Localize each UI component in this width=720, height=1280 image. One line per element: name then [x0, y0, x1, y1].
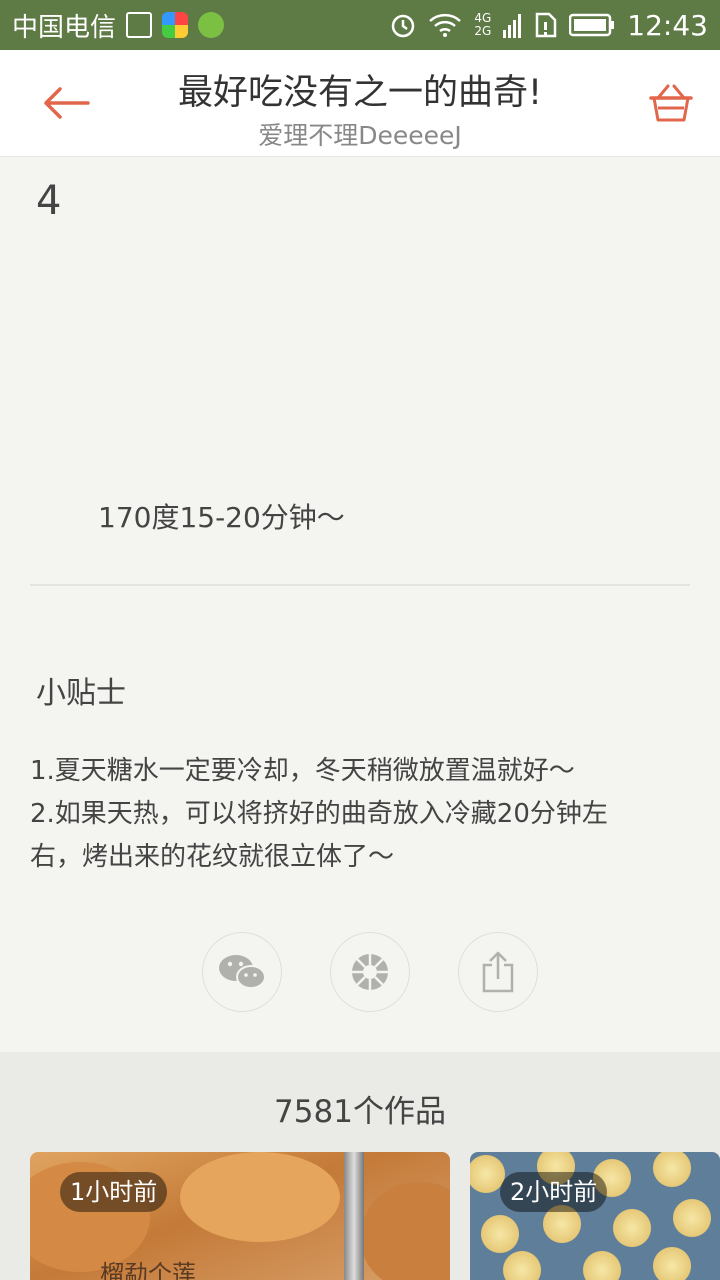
cookie-shape — [500, 1248, 544, 1280]
basket-icon[interactable] — [648, 80, 694, 126]
alarm-icon — [392, 14, 415, 38]
network-label: 4G 2G — [474, 11, 492, 38]
wifi-icon — [429, 13, 462, 37]
cookie-shape — [360, 1182, 450, 1280]
time-badge: 2小时前 — [500, 1172, 608, 1212]
tips-title: 小贴士 — [36, 676, 126, 711]
status-bar: 中国电信 4G 2G 12:43 — [0, 0, 720, 50]
share-moments-button[interactable] — [330, 932, 410, 1012]
signal-icon — [503, 14, 522, 38]
battery-icon — [569, 13, 615, 37]
cookie-shape — [610, 1206, 654, 1250]
fork-shape — [344, 1152, 364, 1280]
top-bar: 最好吃没有之一的曲奇! 爱理不理DeeeeeJ — [0, 50, 720, 157]
tips-body: 1.夏天糖水一定要冷却，冬天稍微放置温就好～ 2.如果天热，可以将挤好的曲奇放入… — [30, 750, 670, 879]
recipe-title: 最好吃没有之一的曲奇! — [177, 73, 543, 113]
wechat-notification-icon — [198, 12, 225, 38]
cookie-shape — [650, 1244, 694, 1280]
moments-icon — [352, 954, 388, 990]
image-icon — [126, 12, 153, 38]
app-icon — [162, 12, 189, 38]
cookie-shape — [580, 1248, 624, 1280]
work-card[interactable]: 1小时前 榴勐个莲 — [30, 1152, 450, 1280]
divider — [30, 584, 690, 586]
sim-icon — [536, 12, 557, 38]
cookie-shape — [650, 1152, 694, 1190]
share-wechat-button[interactable] — [202, 932, 282, 1012]
cookie-shape — [670, 1196, 714, 1240]
time-badge: 1小时前 — [60, 1172, 168, 1212]
tips-line: 2.如果天热，可以将挤好的曲奇放入冷藏20分钟左 — [30, 799, 608, 829]
tips-line: 1.夏天糖水一定要冷却，冬天稍微放置温就好～ — [30, 756, 575, 786]
back-arrow-icon[interactable] — [38, 80, 94, 126]
step-text: 170度15-20分钟～ — [98, 501, 345, 534]
wechat-icon — [219, 955, 266, 989]
work-card[interactable]: 2小时前 — [470, 1152, 720, 1280]
photo-caption: 榴勐个莲 — [100, 1260, 196, 1280]
step-number: 4 — [36, 178, 62, 224]
share-icon — [482, 951, 514, 993]
tips-line: 右，烤出来的花纹就很立体了～ — [30, 842, 395, 872]
clock: 12:43 — [627, 8, 708, 42]
cookie-shape — [180, 1152, 340, 1242]
share-button[interactable] — [458, 932, 538, 1012]
author-name[interactable]: 爱理不理DeeeeeJ — [120, 116, 600, 152]
carrier-label: 中国电信 — [12, 12, 117, 43]
works-count-title[interactable]: 7581个作品 — [0, 1086, 720, 1131]
